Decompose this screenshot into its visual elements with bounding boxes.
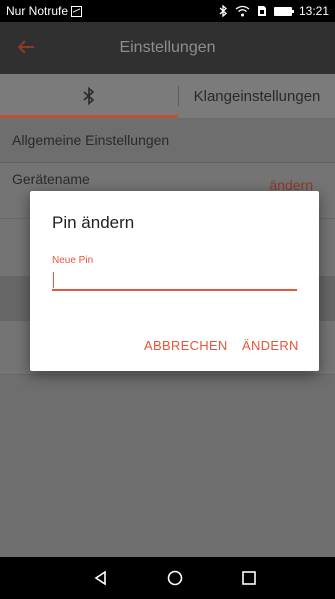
cancel-button[interactable]: ABBRECHEN: [144, 338, 228, 353]
dialog-title: Pin ändern: [52, 213, 135, 232]
section-header-label: Allgemeine Einstellungen: [12, 132, 170, 148]
new-pin-label: Neue Pin: [52, 255, 94, 266]
status-bar: Nur Notrufe 13:21: [0, 0, 335, 22]
device-name-label: Gerätename: [12, 171, 90, 187]
tab-sound-settings[interactable]: Klangeinstellungen: [179, 74, 335, 118]
bluetooth-status-icon: [219, 5, 227, 17]
bluetooth-icon: [83, 87, 95, 105]
recents-square-icon[interactable]: [239, 568, 259, 588]
change-pin-dialog: Pin ändern Neue Pin ABBRECHEN ÄNDERN: [30, 191, 319, 371]
confirm-button[interactable]: ÄNDERN: [242, 338, 299, 353]
back-triangle-icon[interactable]: [91, 568, 111, 588]
screenshot-notification-icon: [71, 5, 83, 17]
tab-bar: Klangeinstellungen: [0, 74, 335, 118]
clock-text: 13:21: [298, 4, 329, 18]
section-header-general: Allgemeine Einstellungen: [0, 118, 335, 162]
status-right: 13:21: [218, 4, 329, 18]
wifi-icon: [235, 5, 250, 17]
carrier-text: Nur Notrufe: [6, 4, 69, 18]
tab-bluetooth[interactable]: [0, 74, 178, 118]
text-cursor: [53, 272, 54, 288]
sim-card-icon: [257, 6, 266, 16]
app-bar: Einstellungen: [0, 22, 335, 74]
new-pin-input[interactable]: [52, 269, 297, 291]
battery-icon: [273, 6, 294, 16]
home-circle-icon[interactable]: [165, 568, 185, 588]
page-title: Einstellungen: [119, 39, 216, 56]
system-navigation-bar: [0, 557, 335, 599]
status-left: Nur Notrufe: [6, 4, 83, 18]
